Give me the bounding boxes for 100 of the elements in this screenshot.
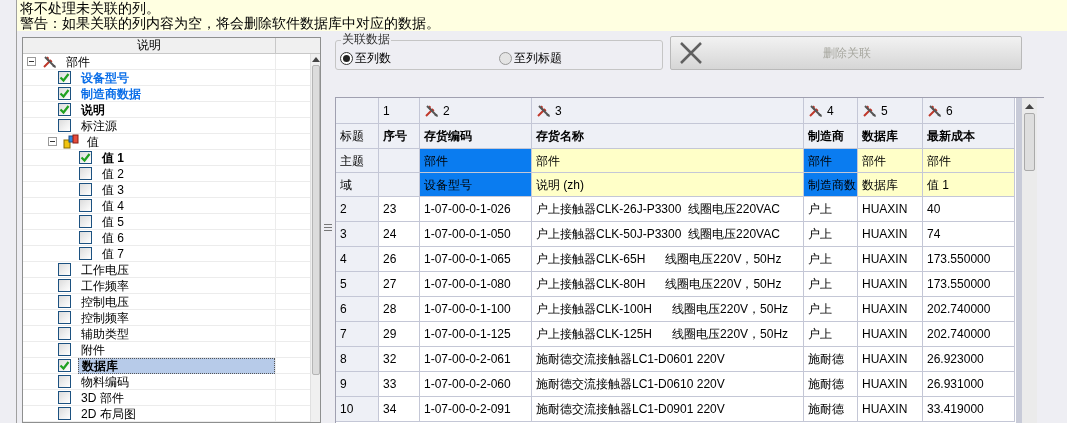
table-cell: 1-07-00-0-1-080 [420,272,532,297]
tree-item-label[interactable]: 附件 [78,342,108,357]
checkbox[interactable] [58,359,71,372]
column-header[interactable]: 4 [804,98,858,124]
splitter-grip-icon[interactable] [324,223,332,231]
table-cell: 40 [923,197,1015,222]
table-cell: 户上接触器CLK-50J-P3300 线圈电压220VAC [532,222,804,247]
checkbox[interactable] [58,279,71,292]
tree-item-label[interactable]: 值 1 [99,150,127,165]
tree-item-label[interactable]: 控制电压 [78,294,132,309]
table-cell: 27 [379,272,420,297]
checkbox[interactable] [58,343,71,356]
checkbox[interactable] [58,407,71,420]
checkbox[interactable] [58,295,71,308]
corner-cell [336,98,379,124]
checkbox[interactable] [58,391,71,404]
checkbox[interactable] [79,215,92,228]
checkbox[interactable] [79,247,92,260]
column-header[interactable]: 5 [858,98,923,124]
notice-text: 警告：如果关联的列内容为空，将会删除软件数据库中对应的数据。 [20,16,441,31]
tree-item-label[interactable]: 标注源 [78,118,120,133]
tree-item-label[interactable]: 2D 布局图 [78,406,139,421]
table-cell: HUAXIN [858,322,923,347]
table-cell: HUAXIN [858,397,923,422]
column-header[interactable]: 3 [532,98,804,124]
row-header: 7 [336,322,379,347]
scroll-up-icon[interactable] [311,57,320,62]
scroll-thumb[interactable] [311,65,320,375]
radio-button[interactable] [340,51,353,65]
row-label: 主题 [336,149,379,173]
cross-icon [679,41,703,65]
column-header[interactable]: 6 [923,98,1015,124]
tree-item-label[interactable]: 3D 部件 [78,390,127,405]
column-title: 存货编码 [420,124,532,149]
row-header: 9 [336,372,379,397]
table-cell: 施耐德 [804,397,858,422]
tree-item-label[interactable]: 工作电压 [78,262,132,277]
tools-icon [42,54,58,69]
table-cell: 施耐德 [804,372,858,397]
table-cell: 202.740000 [923,297,1015,322]
tree-item-label[interactable]: 工作频率 [78,278,132,293]
radio-option[interactable]: 至列数 [340,49,499,67]
group-title: 关联数据 [341,32,391,46]
row-label: 标题 [336,124,379,149]
checkbox[interactable] [79,167,92,180]
table-cell: 户上 [804,322,858,347]
table-cell: 部件 [858,149,923,173]
checkbox[interactable] [79,183,92,196]
table-cell: 部件 [532,149,804,173]
table-cell: 1-07-00-0-1-065 [420,247,532,272]
radio-option[interactable]: 至列标题 [499,49,658,67]
table-cell: 户上接触器CLK-65H 线圈电压220V，50Hz [532,247,804,272]
tree-item-label[interactable]: 值 7 [99,246,127,261]
tree-item-label[interactable]: 制造商数据 [78,86,144,101]
table-cell: 施耐德交流接触器LC1-D0610 220V [532,372,804,397]
table-cell: HUAXIN [858,247,923,272]
checkbox[interactable] [58,263,71,276]
tree-item-label[interactable]: 控制频率 [78,310,132,325]
tree-item-label[interactable]: 值 4 [99,198,127,213]
tree-item-label[interactable]: 值 2 [99,166,127,181]
table-cell: 1-07-00-0-2-091 [420,397,532,422]
tree-item-label[interactable]: 设备型号 [78,70,132,85]
row-header: 4 [336,247,379,272]
scrollbar[interactable] [310,54,320,422]
column-header[interactable]: 1 [379,98,420,124]
tree-item-label[interactable]: 辅助类型 [78,326,132,341]
row-header: 5 [336,272,379,297]
table-cell: 1-07-00-0-1-125 [420,322,532,347]
tree-item-label[interactable]: 部件 [66,52,90,71]
checkbox[interactable] [58,71,71,84]
scroll-up-icon[interactable] [1025,104,1034,109]
checkbox[interactable] [58,327,71,340]
scrollbar[interactable] [1022,98,1037,423]
checkbox[interactable] [58,311,71,324]
radio-button[interactable] [499,51,512,65]
table-cell: HUAXIN [858,372,923,397]
checkbox[interactable] [58,87,71,100]
tree-item-label[interactable]: 说明 [78,102,108,117]
table-cell: 202.740000 [923,322,1015,347]
checkbox[interactable] [58,119,71,132]
tree-item-label[interactable]: 值 3 [99,182,127,197]
table-cell: 26 [379,247,420,272]
column-header[interactable]: 2 [420,98,532,124]
collapse-icon[interactable] [48,137,57,146]
scroll-thumb[interactable] [1024,113,1035,171]
checkbox[interactable] [58,103,71,116]
table-cell: 户上 [804,272,858,297]
collapse-icon[interactable] [27,57,36,66]
table-cell: 户上接触器CLK-80H 线圈电压220V，50Hz [532,272,804,297]
tree-item-label[interactable]: 值 6 [99,230,127,245]
checkbox[interactable] [79,231,92,244]
checkbox[interactable] [79,151,92,164]
checkbox[interactable] [58,375,71,388]
row-header: 6 [336,297,379,322]
tree-item-label[interactable]: 值 [87,132,99,151]
table-cell: 户上 [804,222,858,247]
tree-item-label[interactable]: 物料编码 [78,374,132,389]
tree-item-label[interactable]: 值 5 [99,214,127,229]
column-title: 制造商 [804,124,858,149]
checkbox[interactable] [79,199,92,212]
